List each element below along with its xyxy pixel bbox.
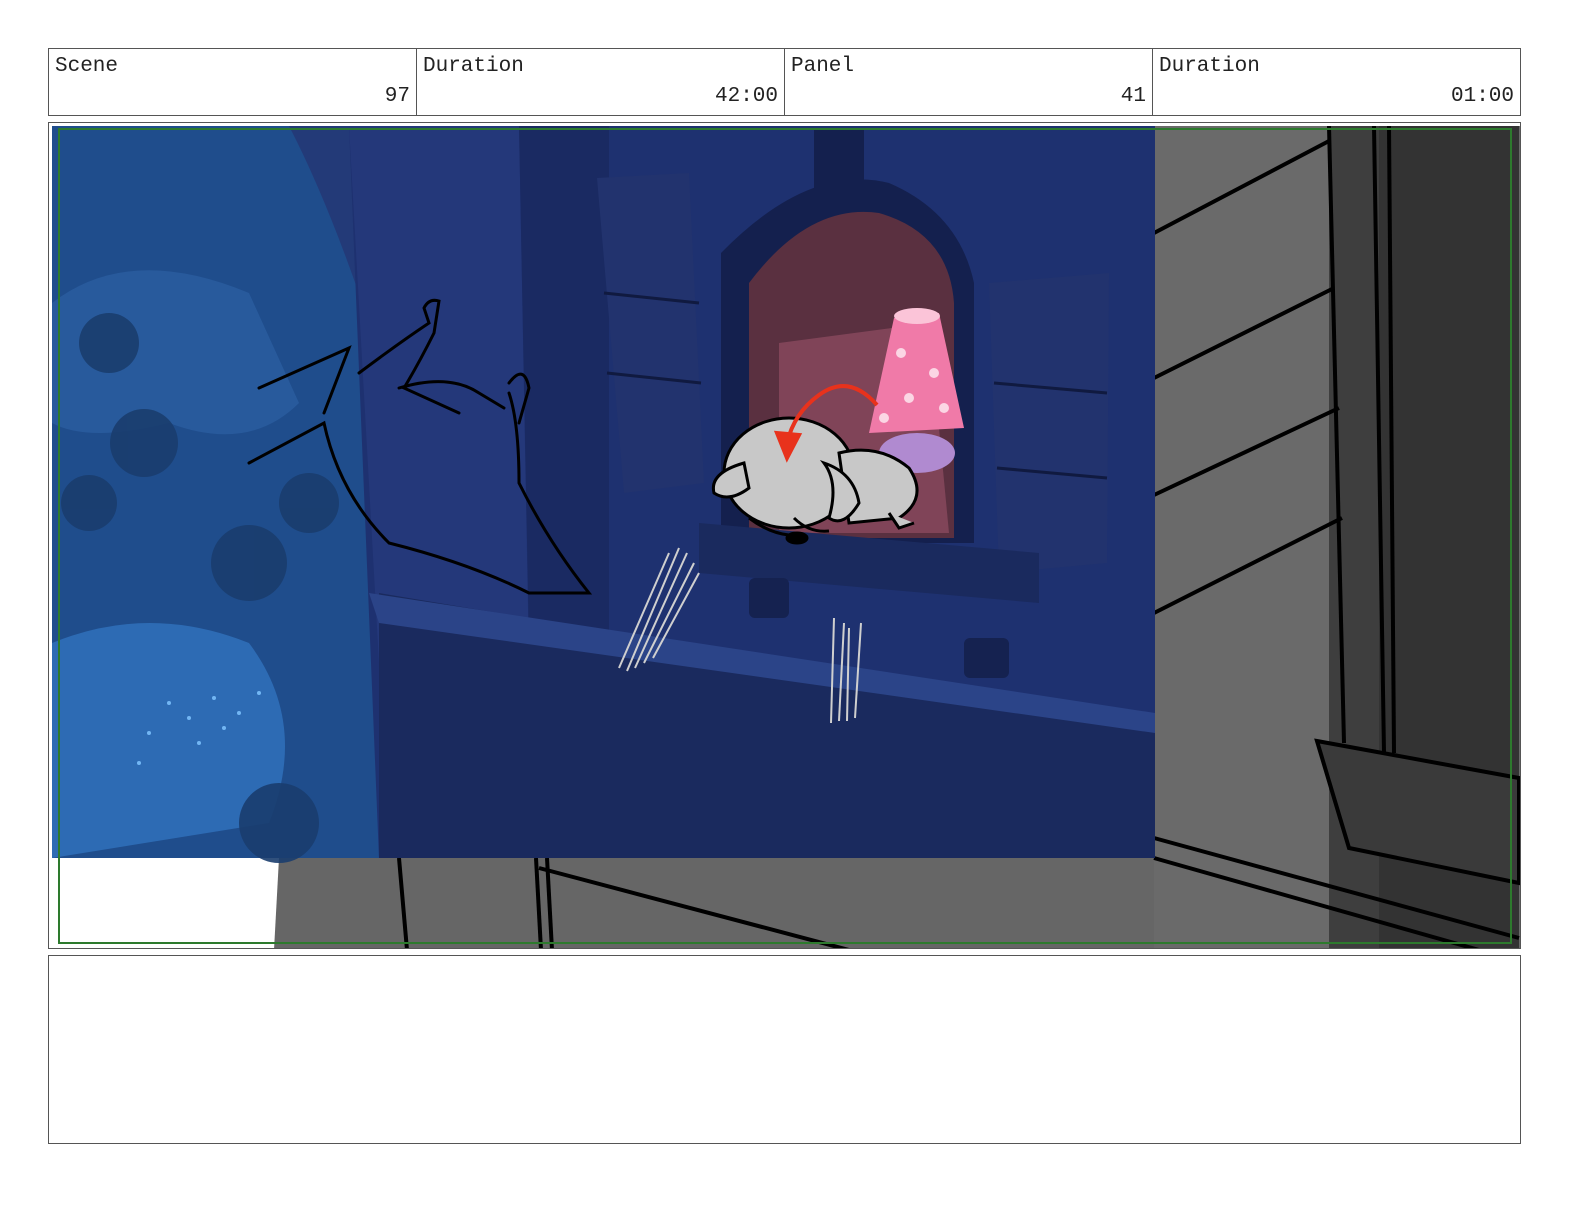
- background-painting: [52, 126, 1155, 863]
- panel-cell: Panel 41: [785, 49, 1153, 115]
- scene-duration-value: 42:00: [714, 85, 778, 108]
- storyboard-header: Scene 97 Duration 42:00 Panel 41 Duratio…: [48, 48, 1521, 116]
- panel-label: Panel: [791, 55, 855, 78]
- scene-duration-cell: Duration 42:00: [417, 49, 785, 115]
- panel-notes: [48, 955, 1521, 1144]
- right-shutter: [989, 273, 1109, 573]
- panel-artwork: [49, 123, 1520, 948]
- scene-duration-label: Duration: [423, 55, 524, 78]
- notes-text: [49, 956, 1520, 976]
- scene-cell: Scene 97: [49, 49, 417, 115]
- storyboard-panel: [48, 122, 1521, 949]
- panel-duration-value: 01:00: [1450, 85, 1514, 108]
- panel-duration-label: Duration: [1159, 55, 1260, 78]
- panel-duration-cell: Duration 01:00: [1153, 49, 1520, 115]
- scene-number: 97: [384, 85, 410, 108]
- scene-label: Scene: [55, 55, 119, 78]
- panel-number: 41: [1120, 85, 1146, 108]
